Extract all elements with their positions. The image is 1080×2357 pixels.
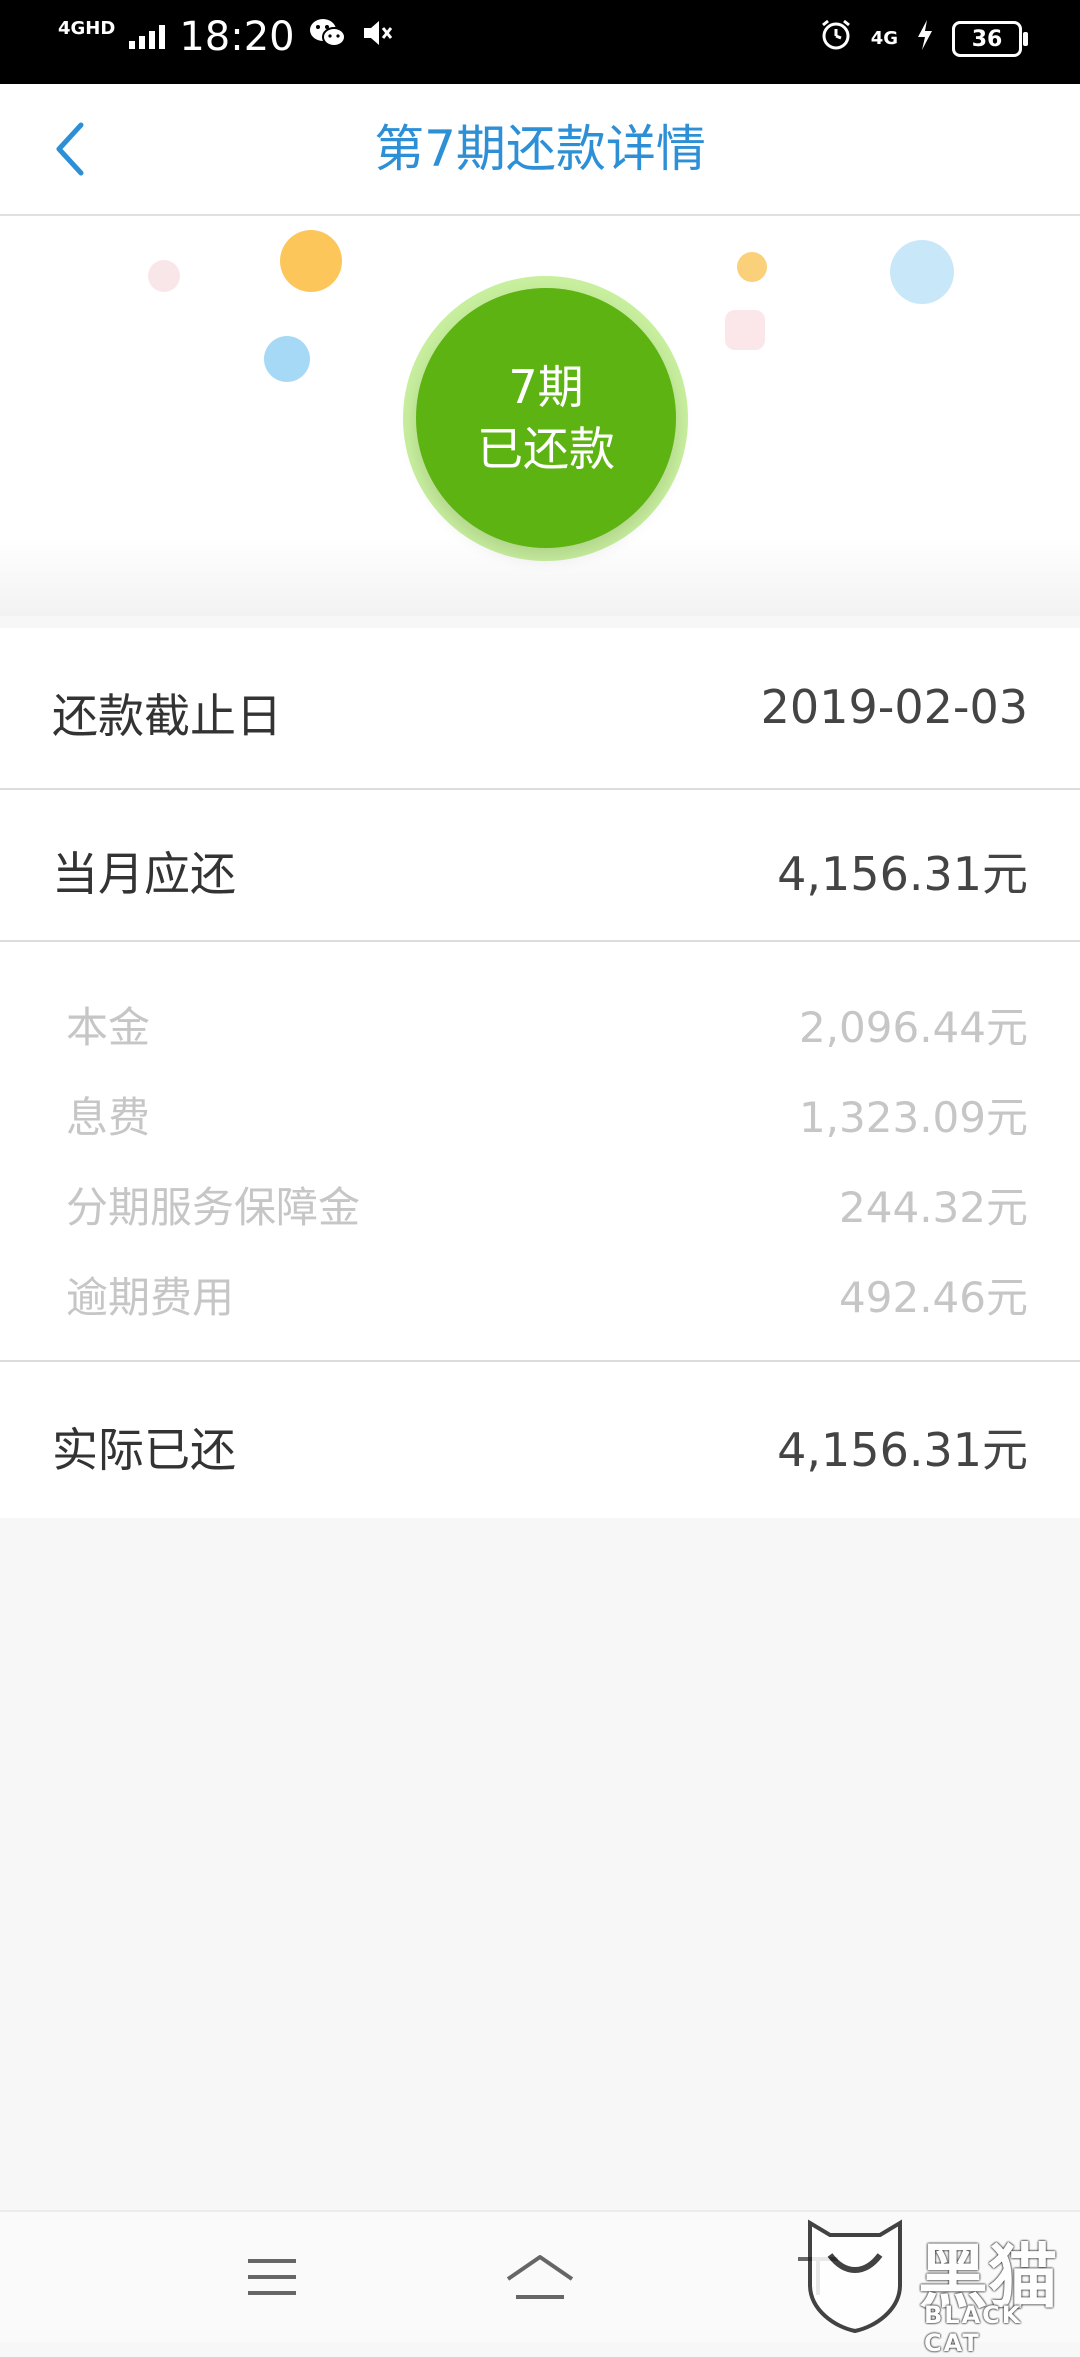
breakdown-item-principal: 本金 2,096.44元 — [0, 994, 1080, 1054]
network-type: 4GHD — [58, 18, 116, 39]
mute-icon — [361, 16, 395, 59]
signal-icon — [129, 25, 166, 49]
monthly-due-value: 4,156.31元 — [777, 847, 1028, 901]
wechat-icon — [309, 16, 347, 59]
breakdown-value: 244.32元 — [839, 1183, 1028, 1232]
decor-dot — [725, 310, 765, 350]
home-button[interactable] — [500, 2242, 580, 2312]
status-bar: 4GHD 18:20 4G 36 — [0, 0, 1080, 84]
decor-dot — [264, 336, 310, 382]
monthly-due-row: 当月应还 4,156.31元 — [0, 790, 1080, 942]
breakdown-label: 逾期费用 — [66, 1273, 235, 1322]
due-date-label: 还款截止日 — [52, 689, 282, 743]
due-date-value: 2019-02-03 — [760, 680, 1028, 734]
breakdown-value: 492.46元 — [839, 1273, 1028, 1322]
black-cat-watermark: 黑猫 BLACK CAT — [800, 2215, 1080, 2357]
amount-breakdown: 本金 2,096.44元 息费 1,323.09元 分期服务保障金 244.32… — [0, 942, 1080, 1362]
breakdown-item-interest: 息费 1,323.09元 — [0, 1084, 1080, 1144]
alarm-icon — [819, 18, 853, 60]
actual-paid-value: 4,156.31元 — [777, 1423, 1028, 1477]
decor-dot — [890, 240, 954, 304]
decor-dot — [280, 230, 342, 292]
header: 第7期还款详情 — [0, 84, 1080, 216]
battery-level: 36 — [971, 26, 1003, 52]
actual-paid-row: 实际已还 4,156.31元 — [0, 1362, 1080, 1518]
decor-dot — [737, 252, 767, 282]
breakdown-label: 分期服务保障金 — [66, 1183, 361, 1232]
mobile-data-label: 4G — [870, 28, 898, 49]
period-label: 7期 — [508, 360, 584, 414]
watermark-sub: BLACK CAT — [924, 2301, 1023, 2357]
status-left: 4GHD 18:20 — [58, 14, 395, 60]
breakdown-item-overdue-fee: 逾期费用 492.46元 — [0, 1264, 1080, 1324]
breakdown-item-service-fee: 分期服务保障金 244.32元 — [0, 1174, 1080, 1234]
actual-paid-label: 实际已还 — [52, 1423, 236, 1477]
breakdown-label: 息费 — [66, 1093, 151, 1142]
breakdown-value: 1,323.09元 — [798, 1093, 1028, 1142]
status-time: 18:20 — [179, 14, 295, 60]
battery-indicator: 36 — [952, 21, 1028, 57]
status-hero: 7期 已还款 — [0, 216, 1080, 616]
breakdown-value: 2,096.44元 — [798, 1003, 1028, 1052]
menu-button[interactable] — [232, 2242, 312, 2312]
cat-shield-icon — [808, 2219, 902, 2333]
decor-dot — [148, 260, 180, 292]
charging-icon — [916, 20, 934, 58]
monthly-due-label: 当月应还 — [52, 847, 236, 901]
due-date-row: 还款截止日 2019-02-03 — [0, 628, 1080, 790]
status-right: 4G 36 — [819, 18, 1028, 60]
repaid-status-label: 已还款 — [477, 422, 615, 476]
home-icon — [506, 2255, 574, 2299]
menu-icon — [248, 2259, 296, 2295]
breakdown-label: 本金 — [66, 1003, 151, 1052]
page-title: 第7期还款详情 — [374, 120, 706, 178]
repaid-status-badge: 7期 已还款 — [416, 288, 676, 548]
